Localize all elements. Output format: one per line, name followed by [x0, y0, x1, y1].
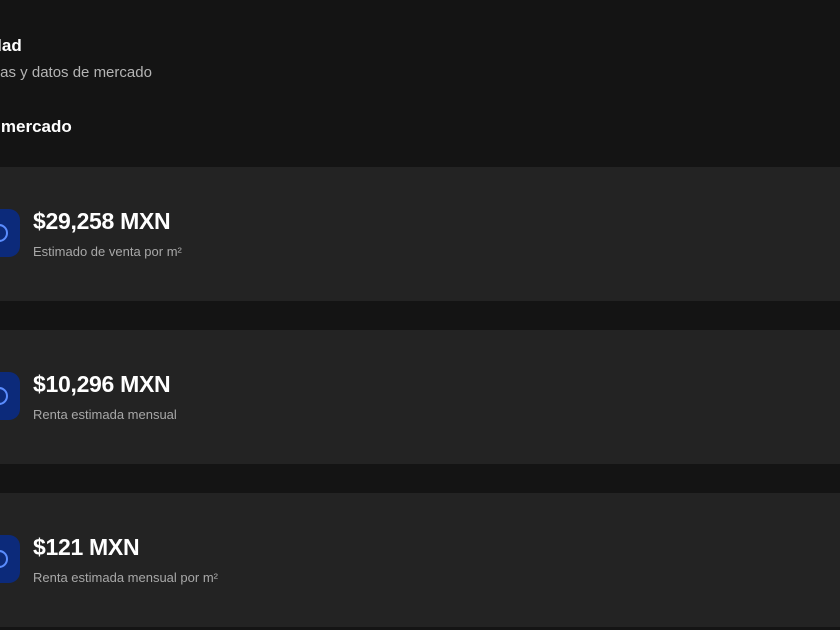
circle-icon — [0, 372, 20, 420]
property-panel: opiedad terísticas y datos de mercado si… — [0, 0, 840, 630]
page-title: opiedad — [0, 36, 22, 55]
metric-card-monthly-rent: $10,296 MXN Renta estimada mensual — [0, 330, 840, 464]
metric-label: Renta estimada mensual por m² — [33, 570, 218, 585]
metric-label: Renta estimada mensual — [33, 407, 177, 422]
section-title: sis de mercado — [0, 117, 72, 136]
circle-icon — [0, 535, 20, 583]
circle-icon — [0, 209, 20, 257]
metric-value: $29,258 MXN — [33, 208, 171, 234]
metric-value: $121 MXN — [33, 534, 140, 560]
metric-card-monthly-rent-per-m2: $121 MXN Renta estimada mensual por m² — [0, 493, 840, 627]
metric-label: Estimado de venta por m² — [33, 244, 182, 259]
metric-card-sale-price-per-m2: $29,258 MXN Estimado de venta por m² — [0, 167, 840, 301]
page-subtitle: terísticas y datos de mercado — [0, 64, 152, 81]
metric-value: $10,296 MXN — [33, 371, 171, 397]
